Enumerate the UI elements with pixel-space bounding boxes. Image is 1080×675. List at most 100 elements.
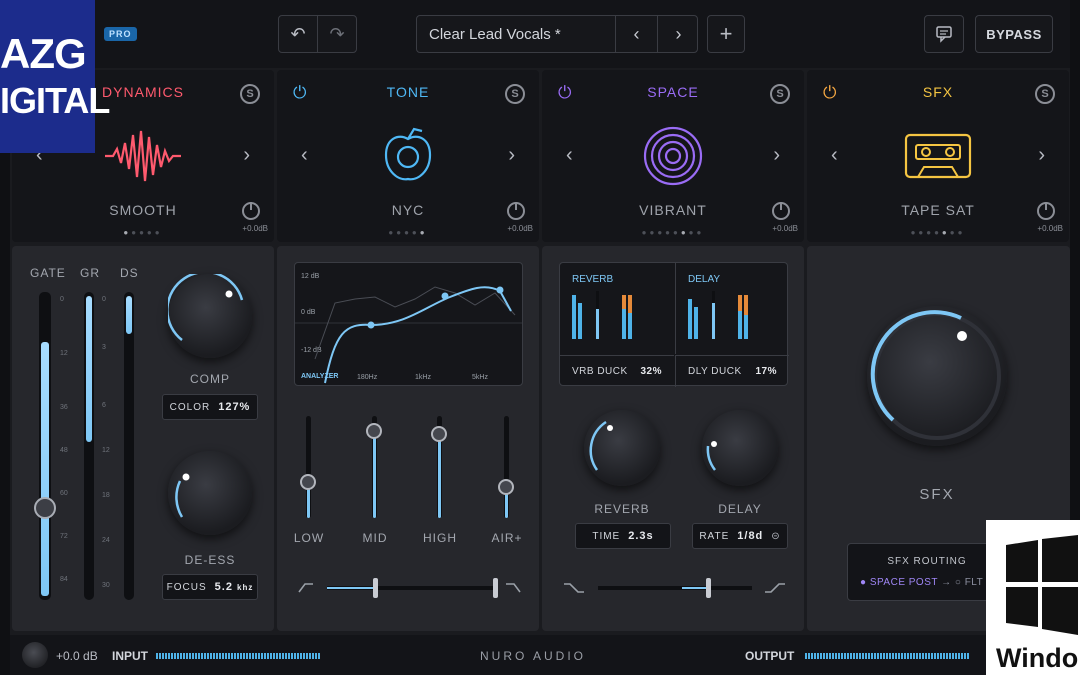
- sfx-knob-label: SFX: [919, 486, 955, 503]
- reverb-time-readout[interactable]: TIME 2.3s: [575, 523, 671, 549]
- solo-icon[interactable]: S: [1035, 84, 1055, 104]
- input-gain-knob[interactable]: [22, 642, 48, 668]
- plugin-window: PRO ↶ ↷ Clear Lead Vocals * ‹ › + BYPASS…: [10, 0, 1070, 675]
- deess-knob-arc: [175, 473, 190, 518]
- gr-label: GR: [80, 266, 100, 280]
- windows-word: Windo: [996, 643, 1079, 673]
- module-prev-button[interactable]: ‹: [831, 144, 838, 167]
- gate-fader[interactable]: [39, 292, 51, 600]
- module-next-button[interactable]: ›: [508, 144, 515, 167]
- sfx-knob-arc: [870, 310, 1001, 440]
- plus-icon: +: [719, 21, 733, 46]
- eq-curve: [295, 286, 522, 384]
- low-slider-handle[interactable]: [300, 474, 316, 491]
- apple-outline-icon: [384, 127, 432, 181]
- output-gain-knob[interactable]: [242, 202, 260, 220]
- reverb-knob-label: REVERB: [594, 502, 650, 516]
- high-slider-handle[interactable]: [431, 426, 447, 443]
- comp-knob-arc: [166, 270, 244, 341]
- deess-knob[interactable]: [168, 451, 252, 535]
- solo-icon[interactable]: S: [770, 84, 790, 104]
- reverb-knob[interactable]: [584, 410, 660, 486]
- input-gain-value[interactable]: +0.0 dB: [56, 649, 98, 663]
- band-label-mid: MID: [362, 531, 388, 545]
- module-preset-name[interactable]: VIBRANT: [542, 202, 804, 218]
- delay-rate-readout[interactable]: RATE 1/8d ⊝: [692, 523, 788, 549]
- sfx-routing-selector[interactable]: SFX ROUTING ● SPACE POST → ○ FLT: [847, 543, 1007, 601]
- gate-label: GATE: [30, 266, 66, 280]
- focus-readout[interactable]: FOCUS 5.2 khz: [162, 574, 258, 600]
- module-gain-value: +0.0dB: [772, 224, 798, 233]
- air-slider-handle[interactable]: [498, 479, 514, 496]
- solo-icon[interactable]: S: [240, 84, 260, 104]
- air-slider[interactable]: [504, 416, 509, 518]
- high-slider-fill: [438, 434, 441, 518]
- preset-selector[interactable]: Clear Lead Vocals * ‹ ›: [416, 15, 698, 53]
- module-prev-button[interactable]: ‹: [566, 144, 573, 167]
- top-bar: PRO ↶ ↷ Clear Lead Vocals * ‹ › + BYPASS: [10, 0, 1070, 68]
- band-label-high: HIGH: [423, 531, 457, 545]
- module-next-button[interactable]: ›: [1038, 144, 1045, 167]
- undo-icon: ↶: [290, 23, 306, 44]
- module-prev-button[interactable]: ‹: [301, 144, 308, 167]
- comment-button[interactable]: [924, 15, 964, 53]
- logo-line-1: AZG: [0, 30, 87, 77]
- solo-icon[interactable]: S: [505, 84, 525, 104]
- ds-meter: [124, 292, 134, 600]
- sfx-knob[interactable]: [867, 306, 1007, 446]
- space-meters-display: REVERB DELAY VRB DUCK 32% DLY DUCK 17%: [559, 262, 789, 387]
- module-title: SPACE: [647, 84, 699, 100]
- module-title: SFX: [922, 84, 954, 100]
- low-slider[interactable]: [306, 416, 311, 518]
- delay-knob[interactable]: [702, 410, 778, 486]
- sfx-routing-options[interactable]: ● SPACE POST → ○ FLT: [860, 577, 983, 588]
- preset-next-button[interactable]: ›: [657, 16, 699, 52]
- module-gain-value: +0.0dB: [507, 224, 533, 233]
- space-panel: REVERB DELAY VRB DUCK 32% DLY DUCK 17% R…: [542, 246, 804, 631]
- comment-icon: [936, 26, 952, 43]
- redo-button[interactable]: ↷: [317, 15, 357, 53]
- chevron-left-icon: ‹: [633, 23, 640, 44]
- waveform-icon: [105, 130, 181, 182]
- input-label: INPUT: [112, 649, 148, 663]
- module-tone: ⏻ TONE S ‹ › NYC ●●●●● +0.0dB: [277, 70, 539, 242]
- comp-label: COMP: [190, 372, 230, 386]
- vrb-duck-control[interactable]: VRB DUCK 32%: [560, 355, 674, 387]
- reverb-knob-arc: [589, 420, 613, 471]
- output-gain-knob[interactable]: [1037, 202, 1055, 220]
- space-filter-slider[interactable]: [562, 576, 787, 600]
- logo-line-2: IGITAL: [0, 80, 110, 121]
- mid-slider-handle[interactable]: [366, 423, 382, 440]
- color-readout[interactable]: COLOR 127%: [162, 394, 258, 420]
- module-next-button[interactable]: ›: [773, 144, 780, 167]
- dly-duck-control[interactable]: DLY DUCK 17%: [675, 355, 789, 387]
- module-preset-name[interactable]: NYC: [277, 202, 539, 218]
- module-gain-value: +0.0dB: [1037, 224, 1063, 233]
- gate-fader-handle[interactable]: [34, 497, 56, 519]
- gate-scale: 0 12 36 48 60 72 84: [60, 296, 68, 583]
- preset-name[interactable]: Clear Lead Vocals *: [429, 26, 561, 43]
- output-gain-knob[interactable]: [507, 202, 525, 220]
- link-icon[interactable]: ⊝: [771, 531, 780, 542]
- reverb-meter-section: REVERB: [560, 263, 674, 354]
- bypass-button[interactable]: BYPASS: [975, 15, 1053, 53]
- output-label: OUTPUT: [745, 649, 795, 663]
- filter-range-slider[interactable]: [297, 576, 522, 600]
- add-preset-button[interactable]: +: [707, 15, 745, 53]
- module-next-button[interactable]: ›: [243, 144, 250, 167]
- delay-knob-label: DELAY: [718, 502, 762, 516]
- undo-button[interactable]: ↶: [278, 15, 318, 53]
- comp-knob[interactable]: [166, 270, 252, 358]
- module-gain-value: +0.0dB: [242, 224, 268, 233]
- output-level-meter: [805, 653, 970, 659]
- analyzer-toggle[interactable]: ANALYZER: [301, 373, 338, 380]
- windows-logo-badge: Windo: [986, 520, 1080, 675]
- output-gain-knob[interactable]: [772, 202, 790, 220]
- chevron-right-icon: ›: [675, 23, 682, 44]
- preset-dots: ●●●●●: [388, 228, 428, 237]
- eq-analyzer-display[interactable]: 12 dB 0 dB -12 dB ANALYZER 180Hz 1kHz 5k…: [294, 262, 523, 386]
- module-preset-name[interactable]: SMOOTH: [12, 202, 274, 218]
- redo-icon: ↷: [329, 23, 345, 44]
- module-preset-name[interactable]: TAPE SAT: [807, 202, 1069, 218]
- preset-prev-button[interactable]: ‹: [615, 16, 657, 52]
